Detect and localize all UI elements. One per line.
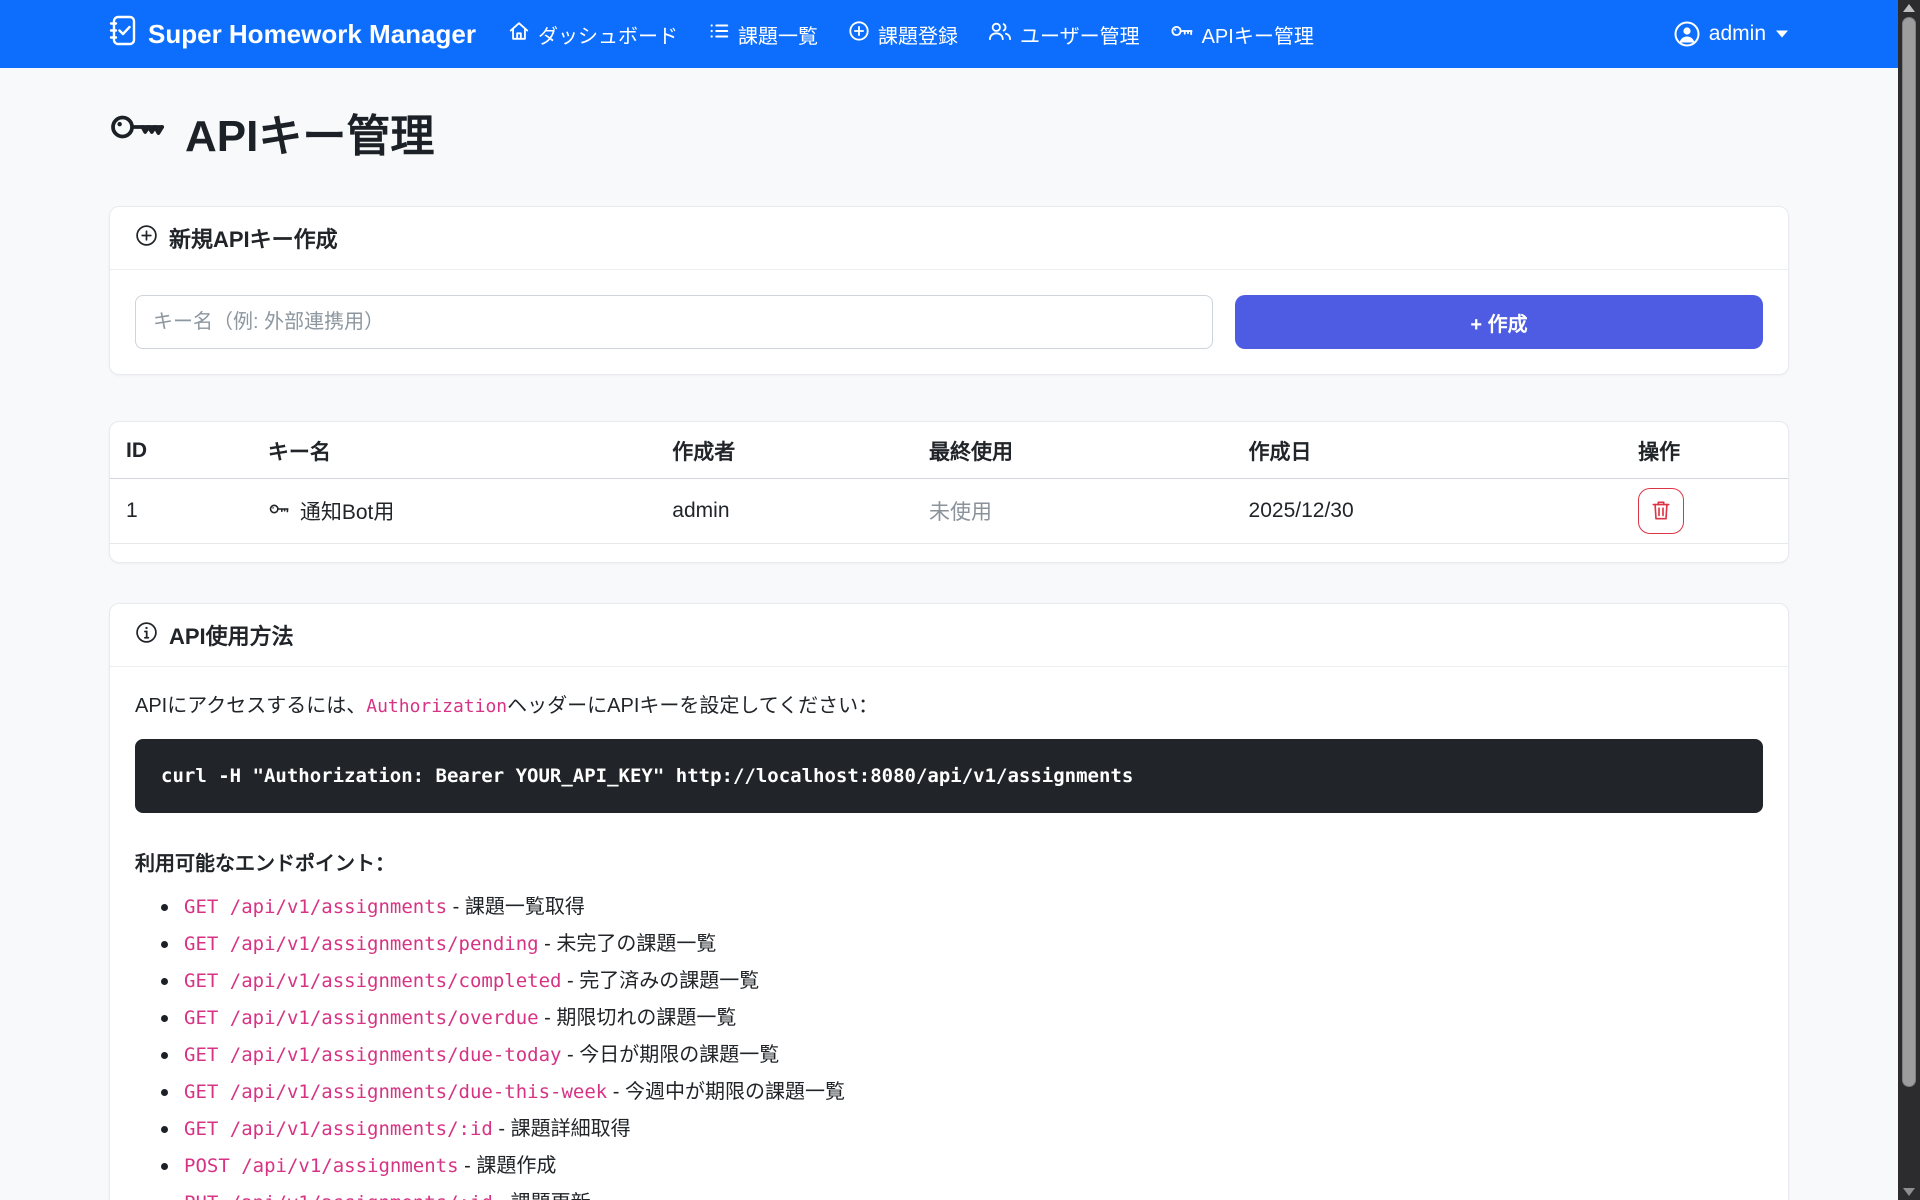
nav-item-api-keys[interactable]: APIキー管理: [1170, 20, 1314, 49]
plus-circle-icon: [848, 20, 870, 48]
api-keys-table: ID キー名 作成者 最終使用 作成日 操作 1: [110, 422, 1788, 544]
caret-down-icon: [1775, 29, 1789, 39]
endpoint-item: PUT /api/v1/assignments/:id - 課題更新: [161, 1190, 1763, 1200]
cell-key-name: 通知Bot用: [260, 479, 664, 544]
endpoint-list: GET /api/v1/assignments - 課題一覧取得 GET /ap…: [135, 894, 1763, 1200]
endpoint-item: GET /api/v1/assignments/completed - 完了済み…: [161, 968, 1763, 994]
brand-label: Super Homework Manager: [148, 19, 476, 50]
endpoint-item: GET /api/v1/assignments/:id - 課題詳細取得: [161, 1116, 1763, 1142]
plus-circle-icon: [135, 224, 158, 253]
create-key-card-header: 新規APIキー作成: [110, 207, 1788, 270]
col-key-name: キー名: [260, 422, 664, 479]
key-name-input[interactable]: [135, 295, 1213, 349]
users-icon: [988, 20, 1012, 48]
endpoint-description: 今日が期限の課題一覧: [579, 1042, 779, 1068]
endpoint-separator: -: [562, 968, 580, 994]
key-icon: [268, 499, 290, 523]
endpoint-description: 課題更新: [511, 1190, 591, 1200]
endpoint-description: 未完了の課題一覧: [556, 931, 716, 957]
person-circle-icon: [1674, 21, 1700, 47]
authorization-code: Authorization: [366, 696, 507, 717]
api-usage-card-header: API使用方法: [110, 604, 1788, 667]
col-id: ID: [110, 422, 260, 479]
endpoint-code: GET /api/v1/assignments/due-this-week: [184, 1079, 607, 1105]
nav-item-assignments[interactable]: 課題一覧: [708, 20, 818, 49]
endpoint-separator: -: [539, 931, 557, 957]
journal-check-icon: [109, 15, 136, 53]
house-icon: [508, 20, 530, 48]
scrollbar-thumb[interactable]: [1902, 17, 1916, 1087]
usage-intro: APIにアクセスするには、AuthorizationヘッダーにAPIキーを設定し…: [135, 692, 1763, 721]
cell-last-used: 未使用: [921, 479, 1241, 544]
api-keys-table-card: ID キー名 作成者 最終使用 作成日 操作 1: [109, 421, 1789, 563]
endpoint-separator: -: [562, 1042, 580, 1068]
key-icon: [109, 106, 167, 159]
nav-item-dashboard[interactable]: ダッシュボード: [508, 20, 678, 49]
navbar: Super Homework Manager ダッシュボード: [0, 0, 1898, 68]
endpoints-heading: 利用可能なエンドポイント：: [135, 847, 1763, 876]
scrollbar-down-arrow[interactable]: [1898, 1184, 1920, 1200]
endpoint-item: GET /api/v1/assignments/pending - 未完了の課題…: [161, 931, 1763, 957]
endpoint-description: 課題詳細取得: [511, 1116, 631, 1142]
nav-item-register[interactable]: 課題登録: [848, 20, 958, 49]
endpoint-item: GET /api/v1/assignments/due-this-week - …: [161, 1079, 1763, 1105]
col-created: 作成日: [1241, 422, 1631, 479]
endpoint-description: 課題作成: [476, 1153, 556, 1179]
endpoint-code: GET /api/v1/assignments/completed: [184, 968, 562, 994]
scrollbar-up-arrow[interactable]: [1898, 0, 1920, 16]
endpoint-item: GET /api/v1/assignments - 課題一覧取得: [161, 894, 1763, 920]
nav-links: ダッシュボード 課題一覧: [508, 20, 1314, 49]
key-icon: [1170, 20, 1194, 48]
endpoint-code: GET /api/v1/assignments/due-today: [184, 1042, 562, 1068]
trash-icon: [1651, 499, 1671, 524]
curl-example: curl -H "Authorization: Bearer YOUR_API_…: [135, 739, 1763, 813]
col-actions: 操作: [1630, 422, 1788, 479]
cell-creator: admin: [664, 479, 921, 544]
endpoint-separator: -: [447, 894, 465, 920]
endpoint-separator: -: [459, 1153, 477, 1179]
user-menu[interactable]: admin: [1674, 21, 1789, 47]
create-key-button[interactable]: + 作成: [1235, 295, 1763, 349]
endpoint-code: POST /api/v1/assignments: [184, 1153, 459, 1179]
endpoint-description: 期限切れの課題一覧: [556, 1005, 736, 1031]
endpoint-item: POST /api/v1/assignments - 課題作成: [161, 1153, 1763, 1179]
endpoint-separator: -: [493, 1190, 511, 1200]
endpoint-code: GET /api/v1/assignments/pending: [184, 931, 539, 957]
table-header-row: ID キー名 作成者 最終使用 作成日 操作: [110, 422, 1788, 479]
user-name: admin: [1709, 22, 1766, 46]
cell-created: 2025/12/30: [1241, 479, 1631, 544]
endpoint-code: GET /api/v1/assignments: [184, 894, 447, 920]
scrollbar[interactable]: [1898, 0, 1920, 1200]
nav-item-users[interactable]: ユーザー管理: [988, 20, 1140, 49]
delete-key-button[interactable]: [1638, 488, 1684, 534]
cell-id: 1: [110, 479, 260, 544]
list-icon: [708, 20, 730, 48]
endpoint-item: GET /api/v1/assignments/overdue - 期限切れの課…: [161, 1005, 1763, 1031]
page: Super Homework Manager ダッシュボード: [0, 0, 1898, 1200]
endpoint-code: PUT /api/v1/assignments/:id: [184, 1190, 493, 1200]
endpoint-code: GET /api/v1/assignments/:id: [184, 1116, 493, 1142]
page-title: APIキー管理: [109, 100, 1789, 164]
cell-actions: [1630, 479, 1788, 544]
endpoint-separator: -: [539, 1005, 557, 1031]
table-row: 1 通知Bot用: [110, 479, 1788, 544]
endpoint-separator: -: [607, 1079, 625, 1105]
endpoint-code: GET /api/v1/assignments/overdue: [184, 1005, 539, 1031]
brand[interactable]: Super Homework Manager: [109, 15, 476, 53]
endpoint-description: 課題一覧取得: [465, 894, 585, 920]
endpoint-description: 完了済みの課題一覧: [579, 968, 759, 994]
col-last-used: 最終使用: [921, 422, 1241, 479]
endpoint-item: GET /api/v1/assignments/due-today - 今日が期…: [161, 1042, 1763, 1068]
api-usage-card: API使用方法 APIにアクセスするには、AuthorizationヘッダーにA…: [109, 603, 1789, 1200]
col-creator: 作成者: [664, 422, 921, 479]
info-circle-icon: [135, 621, 158, 650]
create-key-card: 新規APIキー作成 + 作成: [109, 206, 1789, 375]
endpoint-separator: -: [493, 1116, 511, 1142]
endpoint-description: 今週中が期限の課題一覧: [625, 1079, 845, 1105]
